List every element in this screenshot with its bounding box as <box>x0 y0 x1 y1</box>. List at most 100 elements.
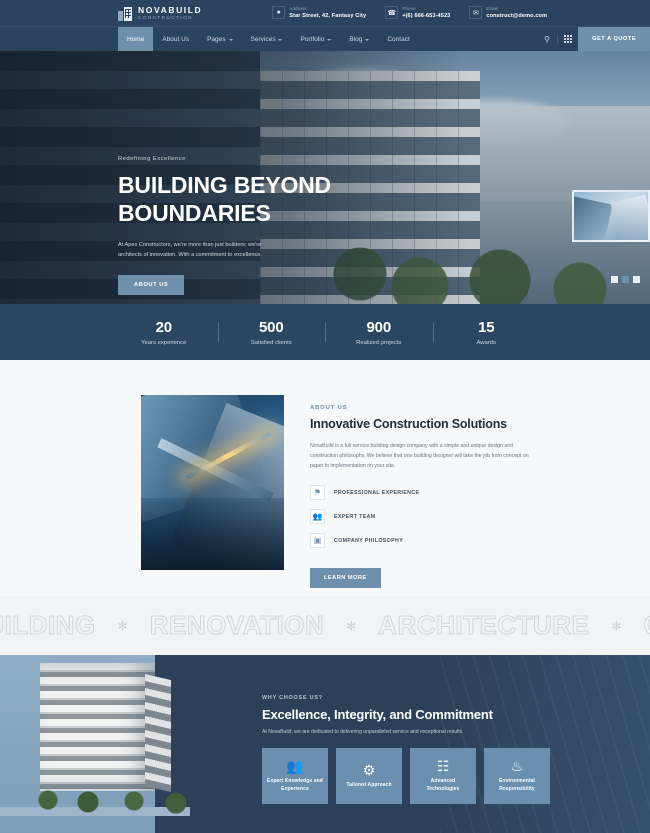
chevron-down-icon <box>365 38 370 41</box>
person-network-icon: ⚙ <box>362 761 376 778</box>
contact-address[interactable]: ● Address Star Street, 42, Fantasy City <box>272 6 367 20</box>
hero-thumbnail-preview[interactable] <box>572 190 650 242</box>
nav-item-blog[interactable]: Blog <box>340 27 378 51</box>
nav-item-portfolio[interactable]: Portfolio <box>291 27 340 51</box>
marquee-separator-icon: ✻ <box>117 618 128 633</box>
email-label: Email <box>486 6 499 12</box>
stat-label: Awards <box>476 339 497 346</box>
nav-item-pages[interactable]: Pages <box>198 27 241 51</box>
feature-expert-team: 👥 EXPERT TEAM <box>310 509 532 525</box>
get-a-quote-button[interactable]: GET A QUOTE <box>578 27 650 51</box>
why-card-expert-knowledge[interactable]: 👥 Expert Knowledge and Experience <box>262 748 328 804</box>
feature-professional-experience: ⚑ PROFESSIONAL EXPERIENCE <box>310 485 532 501</box>
stat-years-experience: 20 Years experience <box>110 319 218 346</box>
marquee-separator-icon: ✻ <box>611 618 622 633</box>
people-stars-icon: 👥 <box>286 758 304 775</box>
stat-realized-projects: 900 Realized projects <box>325 319 433 346</box>
nav-item-home[interactable]: Home <box>118 27 154 51</box>
stat-awards: 15 Awards <box>432 318 541 346</box>
logo-title: NOVABUILD <box>138 4 203 15</box>
nav-label-contact: Contact <box>387 35 410 43</box>
map-pin-icon: ● <box>272 6 286 20</box>
nav-label-pages: Pages <box>207 35 226 43</box>
nav-item-contact[interactable]: Contact <box>378 27 418 51</box>
nav-label-about-us: About Us <box>162 35 190 43</box>
marquee-word: ARCHITECTURE <box>378 610 590 641</box>
contact-email[interactable]: ✉ Email construct@demo.com <box>469 6 548 20</box>
marquee-word: RENOVATION <box>149 610 325 641</box>
why-card-tailored-approach[interactable]: ⚙ Tailored Approach <box>336 748 402 804</box>
why-paragraph: At NovaBuild, we are dedicated to delive… <box>262 729 463 735</box>
why-card-label: Advanced Technologies <box>426 778 460 792</box>
hero-title-line-2: BOUNDARIES <box>118 200 271 227</box>
nav-item-services[interactable]: Services <box>242 27 292 51</box>
landing-page: NOVABUILD CONSTRUCTION ● Address Star St… <box>0 0 650 833</box>
stat-label: Satisfied clients <box>250 339 292 346</box>
hero-content: Redefining Excellence BUILDING BEYOND BO… <box>118 156 353 295</box>
envelope-icon: ✉ <box>469 6 483 20</box>
residential-tower-render <box>40 663 155 791</box>
logo-subtitle: CONSTRUCTION <box>138 14 194 20</box>
why-card-environmental-responsibility[interactable]: ♨ Environmental Responsibility <box>484 748 550 804</box>
marquee-banner: BUILDING ✻ RENOVATION ✻ ARCHITECTURE ✻ C… <box>0 596 650 655</box>
nav-item-about-us[interactable]: About Us <box>153 27 198 51</box>
hero-description: At Apex Constructors, we're more than ju… <box>118 242 262 259</box>
address-value: Star Street, 42, Fantasy City <box>289 12 367 19</box>
feature-label: PROFESSIONAL EXPERIENCE <box>334 489 420 496</box>
feature-company-philosophy: ▣ COMPANY PHILOSOPHY <box>310 533 532 549</box>
award-badge-icon: ⚑ <box>310 485 325 501</box>
top-contact-bar: NOVABUILD CONSTRUCTION ● Address Star St… <box>0 0 650 26</box>
book-person-icon: ▣ <box>310 533 325 549</box>
why-choose-us-section: WHY CHOOSE US? Excellence, Integrity, an… <box>0 655 650 833</box>
why-content: WHY CHOOSE US? Excellence, Integrity, an… <box>262 695 562 804</box>
slider-dot-1[interactable] <box>611 276 618 283</box>
about-kicker: ABOUT US <box>310 405 348 411</box>
nav-label-portfolio: Portfolio <box>300 35 325 43</box>
learn-more-button[interactable]: LEARN MORE <box>310 568 381 589</box>
address-label: Address <box>289 6 307 12</box>
about-building-image <box>141 395 284 570</box>
hero-about-us-button[interactable]: ABOUT US <box>118 274 185 295</box>
stat-number: 15 <box>478 318 495 336</box>
stat-number: 900 <box>366 318 392 336</box>
hero-slider: Redefining Excellence BUILDING BEYOND BO… <box>0 51 650 304</box>
nav-label-home: Home <box>127 35 145 43</box>
stat-label: Years experience <box>141 339 187 346</box>
feature-label: EXPERT TEAM <box>334 513 376 520</box>
grid-icon[interactable] <box>558 27 578 51</box>
hero-slider-pagination <box>611 276 640 283</box>
stat-label: Realized projects <box>356 339 402 346</box>
hand-tech-icon: ☷ <box>436 758 450 775</box>
why-left-panel <box>0 655 210 833</box>
team-group-icon: 👥 <box>310 509 325 525</box>
statistics-bar: 20 Years experience 500 Satisfied client… <box>0 304 650 360</box>
contact-info-group: ● Address Star Street, 42, Fantasy City … <box>272 6 548 20</box>
about-feature-list: ⚑ PROFESSIONAL EXPERIENCE 👥 EXPERT TEAM … <box>310 485 532 549</box>
building-logo-icon <box>118 6 133 21</box>
nav-label-services: Services <box>250 35 276 43</box>
site-logo[interactable]: NOVABUILD CONSTRUCTION <box>118 6 202 21</box>
about-heading: Innovative Construction Solutions <box>310 417 507 431</box>
stat-number: 20 <box>155 318 172 336</box>
chevron-down-icon <box>327 38 332 41</box>
stat-number: 500 <box>259 318 284 336</box>
phone-label: Phone <box>402 6 416 12</box>
main-navigation: Home About Us Pages Services Portfolio B… <box>0 26 650 51</box>
contact-phone[interactable]: ☎ Phone +(6) 666-653-4523 <box>385 6 450 20</box>
email-value: construct@demo.com <box>486 12 548 19</box>
marquee-separator-icon: ✻ <box>346 618 357 633</box>
hands-plant-icon: ♨ <box>510 758 524 775</box>
feature-label: COMPANY PHILOSOPHY <box>334 537 404 544</box>
why-card-label: Tailored Approach <box>346 781 392 788</box>
slider-dot-2[interactable] <box>622 276 629 283</box>
nav-label-blog: Blog <box>349 35 363 43</box>
why-card-label: Expert Knowledge and Experience <box>267 778 323 792</box>
search-icon[interactable]: ⚲ <box>537 27 557 51</box>
why-card-advanced-technologies[interactable]: ☷ Advanced Technologies <box>410 748 476 804</box>
stat-satisfied-clients: 500 Satisfied clients <box>217 318 326 346</box>
why-card-label: Environmental Responsibility <box>498 778 536 792</box>
chevron-down-icon <box>278 38 283 41</box>
slider-dot-3[interactable] <box>633 276 640 283</box>
why-kicker: WHY CHOOSE US? <box>262 695 323 701</box>
about-paragraph: NovaBuild is a full service building des… <box>310 443 529 470</box>
